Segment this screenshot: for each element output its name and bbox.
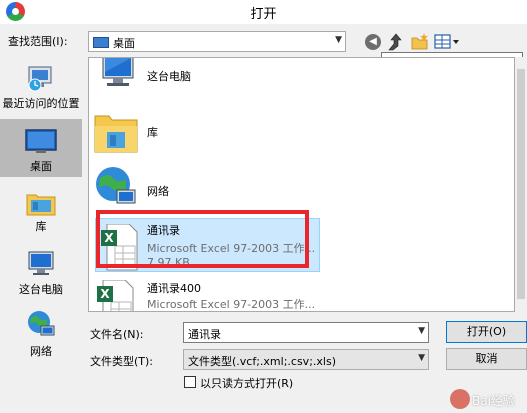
watermark-text: Bai经验 <box>472 394 515 408</box>
file-list[interactable]: 这台电脑 库 网络 X 通讯录 Microsoft Excel 97-2003 … <box>88 57 515 312</box>
place-this-pc[interactable]: 这台电脑 <box>0 245 82 296</box>
baidu-paw-icon <box>450 389 470 409</box>
readonly-label: 以只读方式打开(R) <box>200 377 294 390</box>
place-network[interactable]: 网络 <box>0 305 82 359</box>
new-folder-icon <box>411 33 428 50</box>
up-folder-icon <box>388 33 402 51</box>
place-label: 库 <box>35 220 47 233</box>
up-folder-button[interactable] <box>386 32 406 52</box>
place-label: 这台电脑 <box>19 283 63 296</box>
list-item[interactable]: 这台电脑 <box>89 58 514 92</box>
recent-icon <box>28 66 52 92</box>
filetype-label: 文件类型(T): <box>90 355 154 368</box>
file-name: 库 <box>147 126 158 139</box>
place-desktop[interactable]: 桌面 <box>0 119 82 177</box>
file-name: 网络 <box>147 185 169 198</box>
library-icon <box>26 194 56 216</box>
annotation-highlight-box <box>96 210 309 268</box>
filename-value: 通讯录 <box>188 328 221 341</box>
network-icon <box>96 167 136 204</box>
place-label: 桌面 <box>30 160 52 173</box>
place-recent[interactable]: 最近访问的位置 <box>0 57 82 113</box>
places-bar: 最近访问的位置 桌面 库 这台电脑 网络 <box>0 57 82 363</box>
svg-text:X: X <box>100 287 110 301</box>
chevron-down-icon[interactable]: ▼ <box>335 35 342 45</box>
list-item[interactable]: X 通讯录400 Microsoft Excel 97-2003 工作... <box>89 276 514 311</box>
filename-label: 文件名(N): <box>90 328 144 341</box>
chevron-down-icon[interactable]: ▼ <box>418 353 425 363</box>
lookin-label: 查找范围(I): <box>8 35 68 48</box>
file-name: 这台电脑 <box>147 70 191 83</box>
file-name: 通讯录400 <box>147 282 201 295</box>
watermark: Bai经验 <box>446 385 527 413</box>
back-arrow-icon: ◀ <box>365 34 381 50</box>
file-type: Microsoft Excel 97-2003 工作... <box>147 298 316 311</box>
title-bar: 打开 <box>0 0 527 24</box>
list-item[interactable]: 库 <box>89 106 514 158</box>
cancel-button[interactable]: 取消 <box>446 348 527 370</box>
file-list-scrollbar[interactable] <box>515 57 527 312</box>
filetype-value: 文件类型(.vcf;.xml;.csv;.xls) <box>188 355 336 368</box>
excel-icon: X <box>97 280 134 311</box>
desktop-icon <box>25 129 57 153</box>
place-library[interactable]: 库 <box>0 185 82 233</box>
lookin-combobox[interactable]: 桌面 ▼ <box>88 31 346 52</box>
desktop-icon <box>93 37 109 48</box>
view-menu-button[interactable] <box>434 32 462 52</box>
chevron-down-icon[interactable]: ▼ <box>418 326 425 336</box>
scrollbar-thumb[interactable] <box>517 69 525 299</box>
new-folder-button[interactable] <box>410 32 430 52</box>
place-label: 最近访问的位置 <box>2 97 80 110</box>
readonly-checkbox[interactable] <box>184 376 196 388</box>
window-title: 打开 <box>250 7 277 22</box>
lookin-value: 桌面 <box>113 37 135 50</box>
network-icon <box>28 311 55 336</box>
back-button[interactable]: ◀ <box>363 32 383 52</box>
computer-icon <box>102 58 134 86</box>
library-icon <box>94 115 138 153</box>
list-item[interactable]: 网络 <box>89 166 514 212</box>
filetype-select[interactable]: 文件类型(.vcf;.xml;.csv;.xls) ▼ <box>183 349 429 370</box>
view-grid-icon <box>434 34 459 49</box>
place-label: 网络 <box>30 345 52 358</box>
computer-icon <box>28 251 54 275</box>
open-button[interactable]: 打开(O) <box>446 321 527 343</box>
filename-combobox[interactable]: 通讯录 ▼ <box>183 322 429 343</box>
